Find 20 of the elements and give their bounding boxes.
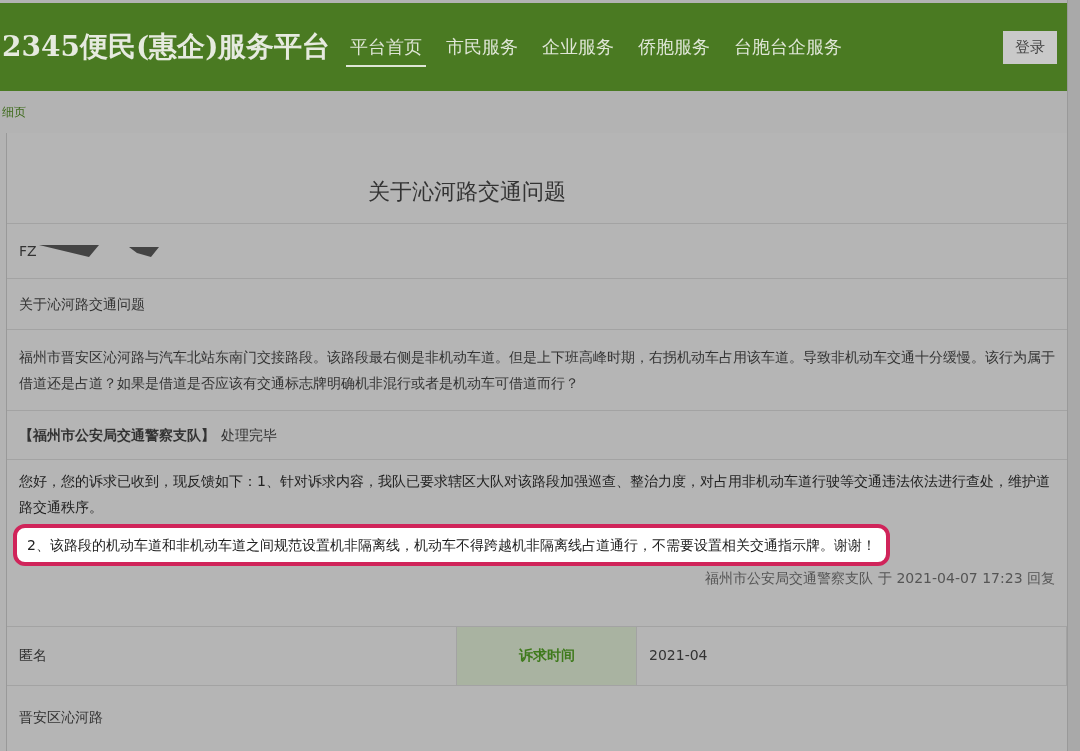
request-content: 福州市晋安区沁河路与汽车北站东南门交接路段。该路段最右侧是非机动车道。但是上下班高峰时期，右拐机动车占用该车道。导致非机动车交通十分缓慢。该行为属于借道还是占道？如果是借道是否应该有交通标志牌明确机非混行或者是机动车可借道而行？ bbox=[19, 348, 1055, 393]
nav-tab[interactable]: 侨胞服务 bbox=[634, 27, 715, 67]
nav-tab[interactable]: 台胞台企服务 bbox=[730, 27, 847, 67]
nav-tab[interactable]: 平台首页 bbox=[346, 27, 427, 67]
location-text: 晋安区沁河路 bbox=[19, 708, 104, 727]
scrollbar[interactable] bbox=[1067, 0, 1080, 751]
handler-name: 【福州市公安局交通警察支队】 bbox=[19, 427, 215, 443]
time-label-cell: 诉求时间 bbox=[457, 627, 637, 685]
reply-text: 您好，您的诉求已收到，现反馈如下：1、针对诉求内容，我队已要求辖区大队对该路段加强巡查、整治力度，对占用非机动车道行驶等交通违法依法进行查处，维护道路交通秩序。 bbox=[19, 472, 1051, 517]
handler-status: 处理完毕 bbox=[221, 427, 277, 443]
highlighted-reply-text: 2、该路段的机动车道和非机动车道之间规范设置机非隔离线，机动车不得跨越机非隔离线占道通行，不需要设置相关交通指示牌。谢谢！ bbox=[13, 524, 890, 566]
site-title: 2345便民(惠企)服务平台 bbox=[2, 29, 331, 65]
nav-tab[interactable]: 市民服务 bbox=[442, 27, 523, 67]
login-button[interactable]: 登录 bbox=[1003, 30, 1057, 64]
nav-tab[interactable]: 企业服务 bbox=[538, 27, 619, 67]
subject-text: 关于沁河路交通问题 bbox=[19, 295, 146, 314]
reply-signature: 福州市公安局交通警察支队 于 2021-04-07 17:23 回复 bbox=[705, 570, 1055, 588]
request-id: FZ bbox=[19, 242, 37, 261]
breadcrumb-link[interactable]: 细页 bbox=[2, 103, 26, 121]
article-title: 关于沁河路交通问题 bbox=[368, 178, 566, 206]
